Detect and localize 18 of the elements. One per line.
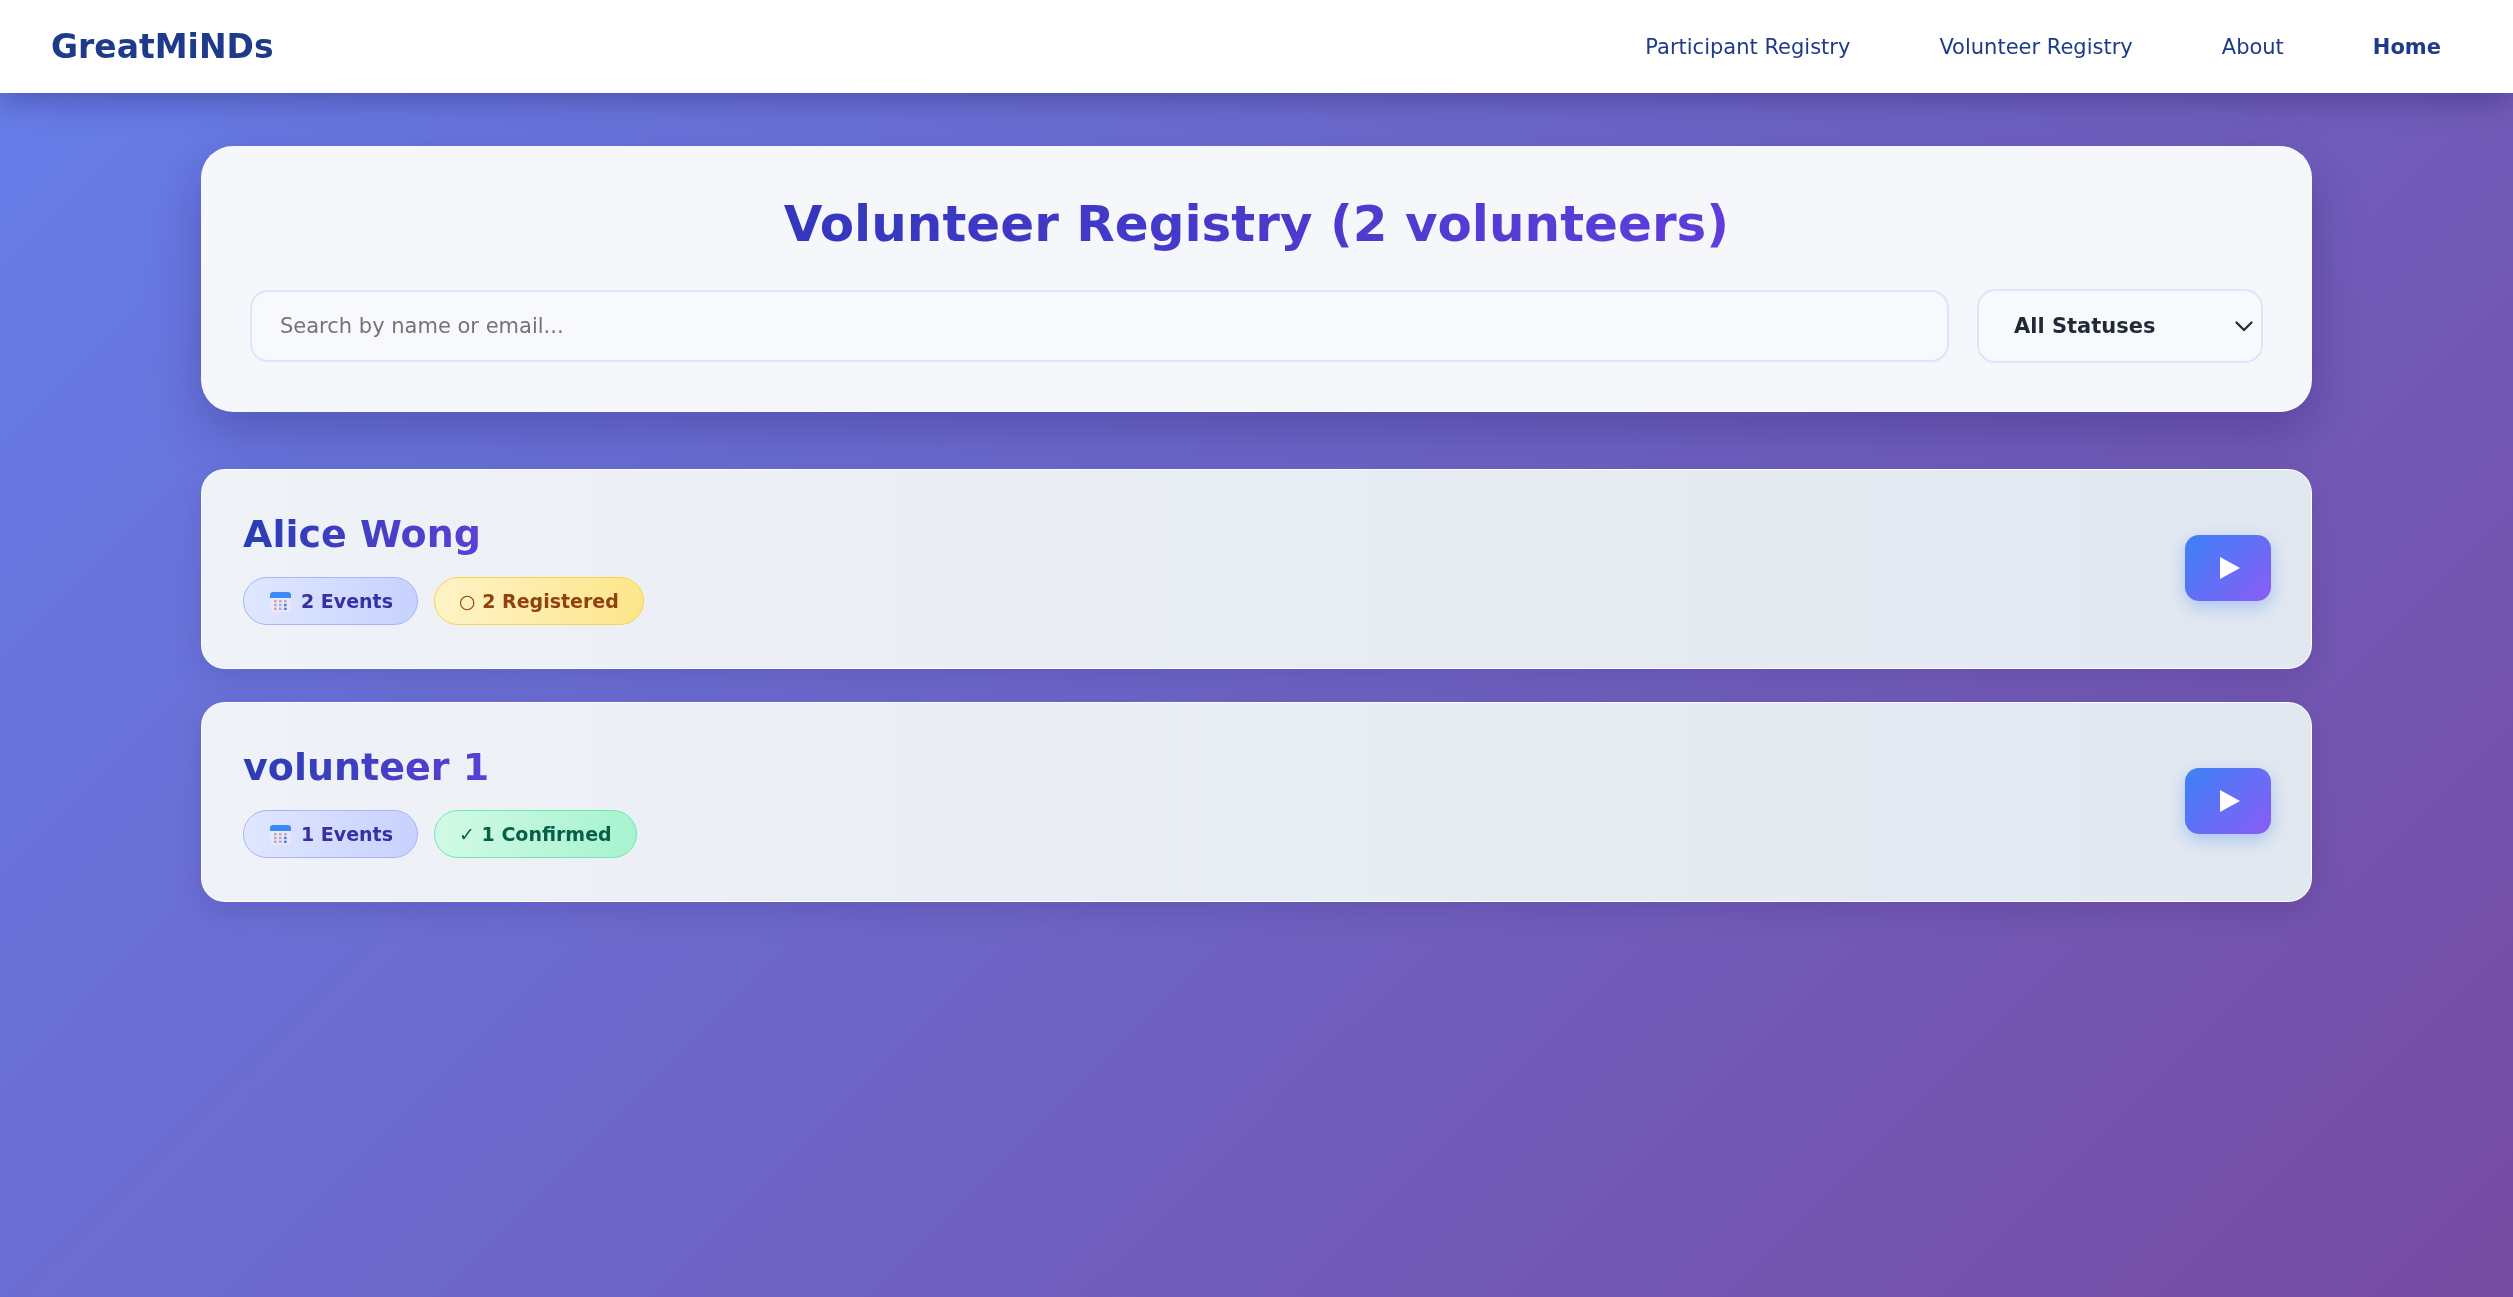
status-dropdown[interactable]: All Statuses	[1977, 289, 2263, 363]
play-icon	[2220, 790, 2240, 812]
calendar-icon	[270, 823, 291, 845]
play-icon	[2220, 557, 2240, 579]
nav-link[interactable]: Volunteer Registry	[1939, 34, 2133, 59]
play-button[interactable]	[2185, 535, 2271, 601]
nav-link[interactable]: Participant Registry	[1645, 34, 1851, 59]
events-count: 2 Events	[301, 590, 393, 612]
search-field[interactable]: Search by name or email...	[250, 290, 1949, 362]
status-badge: ○ 2 Registered	[434, 577, 644, 625]
calendar-icon	[270, 590, 291, 612]
nav-link[interactable]: Home	[2372, 34, 2441, 59]
play-button[interactable]	[2185, 768, 2271, 834]
logo[interactable]: GreatMiNDs	[51, 27, 274, 66]
events-count: 1 Events	[301, 823, 393, 845]
chevron-down-icon	[2235, 320, 2253, 332]
status-badge: ✓ 1 Confirmed	[434, 810, 637, 858]
nav-link[interactable]: About	[2221, 34, 2284, 59]
